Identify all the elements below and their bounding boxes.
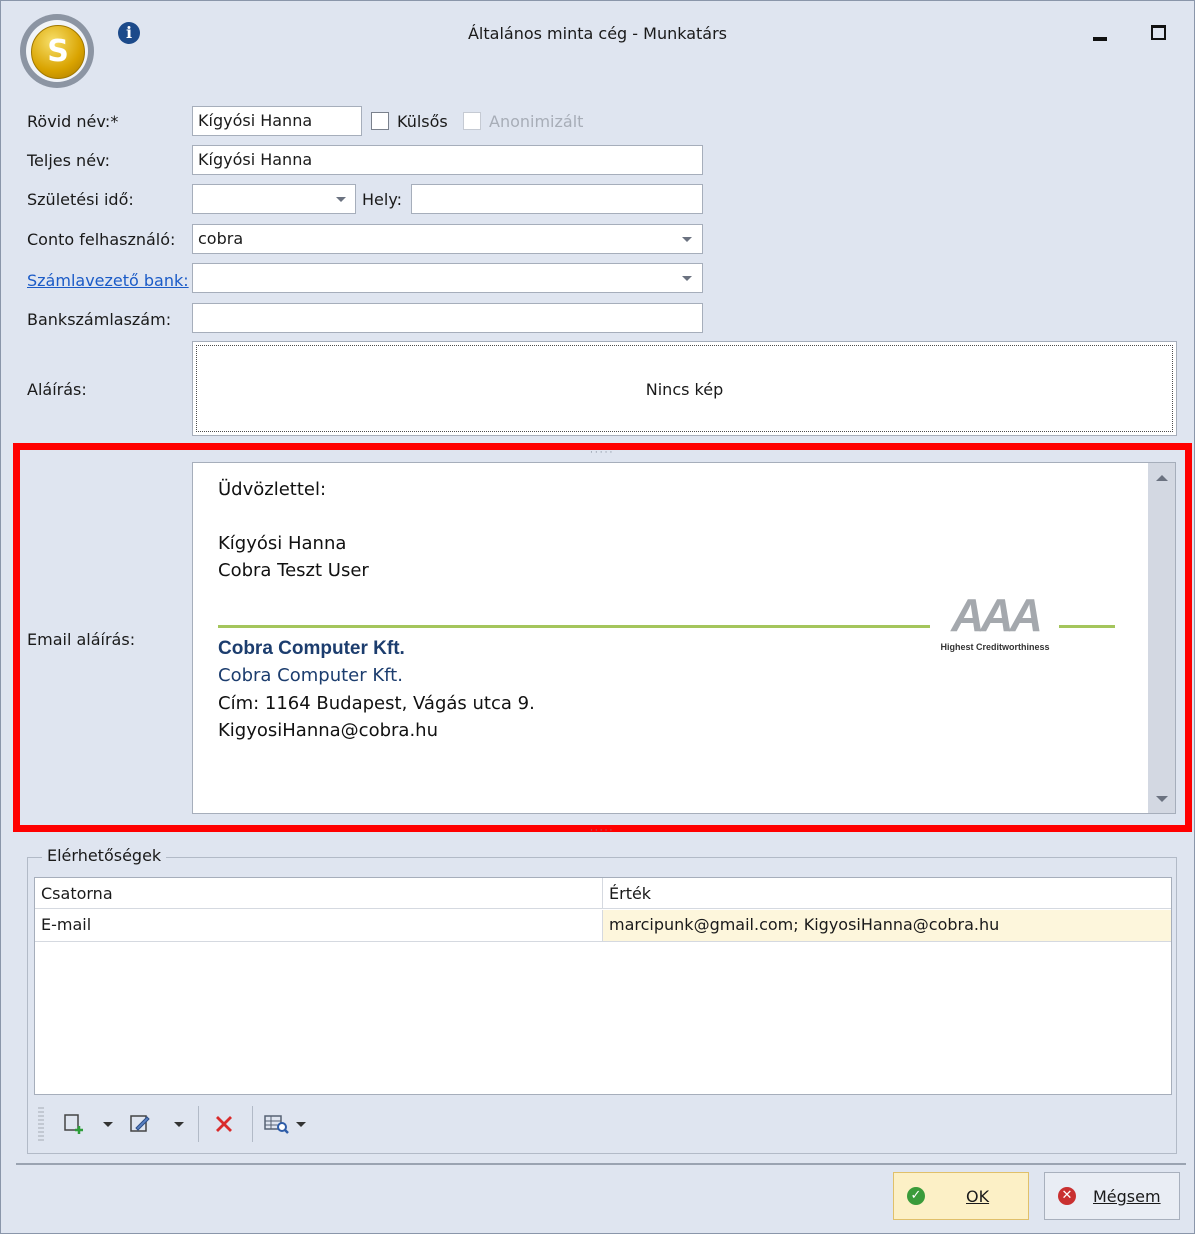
place-label: Hely: (362, 190, 403, 209)
sig-name: Kígyósi Hanna (218, 533, 347, 554)
bank-select[interactable] (192, 263, 703, 293)
birth-date-picker[interactable] (192, 184, 356, 214)
ok-label: OK (966, 1187, 990, 1206)
edit-row-icon[interactable] (128, 1112, 152, 1136)
email-signature-label: Email aláírás: (27, 630, 136, 649)
anonymized-label: Anonimizált (489, 112, 584, 131)
conto-user-label: Conto felhasználó: (27, 230, 176, 249)
sig-address: Cím: 1164 Budapest, Vágás utca 9. (218, 693, 535, 714)
full-name-label: Teljes név: (27, 151, 111, 170)
sig-rule-right (1059, 625, 1115, 628)
cancel-icon: ✕ (1058, 1187, 1076, 1205)
cancel-button[interactable]: ✕ Mégsem (1044, 1172, 1180, 1220)
aaa-badge-logo: AAA Highest Creditworthiness (940, 589, 1050, 652)
delete-icon[interactable] (212, 1112, 236, 1136)
bank-link[interactable]: Számlavezető bank: (27, 271, 189, 290)
vertical-scrollbar[interactable] (1148, 463, 1175, 813)
ok-button[interactable]: ✓ OK (893, 1172, 1029, 1220)
place-input[interactable] (411, 184, 703, 214)
account-number-input[interactable] (192, 303, 703, 333)
window-title: Általános minta cég - Munkatárs (467, 24, 727, 43)
scroll-up-icon[interactable] (1156, 475, 1168, 481)
table-cell-channel[interactable]: E-mail (35, 910, 603, 942)
grid-search-icon[interactable] (264, 1112, 294, 1136)
cancel-label: Mégsem (1093, 1187, 1161, 1206)
chevron-down-icon[interactable] (336, 197, 346, 202)
signature-label: Aláírás: (27, 380, 87, 399)
contacts-group-title: Elérhetőségek (42, 846, 167, 865)
toolbar-grip (38, 1107, 44, 1141)
signature-placeholder: Nincs kép (645, 380, 724, 399)
external-checkbox[interactable] (371, 112, 389, 130)
external-label: Külsős (397, 112, 448, 131)
sig-position: Cobra Teszt User (218, 560, 369, 581)
sig-rule-left (218, 625, 930, 628)
divider (16, 1163, 1186, 1165)
minimize-button[interactable] (1093, 37, 1107, 41)
column-header-value[interactable]: Érték (603, 878, 1171, 909)
new-row-icon[interactable] (62, 1112, 86, 1136)
sig-greeting: Üdvözlettel: (218, 479, 327, 500)
sig-company-bold: Cobra Computer Kft. (218, 638, 405, 659)
chevron-down-icon[interactable] (296, 1122, 306, 1127)
sig-email: KigyosiHanna@cobra.hu (218, 720, 438, 741)
short-name-input[interactable]: Kígyósi Hanna (192, 106, 362, 136)
sig-company: Cobra Computer Kft. (218, 665, 403, 686)
chevron-down-icon[interactable] (682, 276, 692, 281)
birth-date-label: Születési idő: (27, 190, 134, 209)
splitter-handle[interactable]: ····· (590, 826, 614, 836)
contacts-grid[interactable]: Csatorna Érték E-mail marcipunk@gmail.co… (34, 877, 1172, 1095)
chevron-down-icon[interactable] (682, 237, 692, 242)
full-name-input[interactable]: Kígyósi Hanna (192, 145, 703, 175)
signature-image-box[interactable]: Nincs kép (192, 341, 1177, 436)
anonymized-checkbox (463, 112, 481, 130)
scroll-down-icon[interactable] (1156, 796, 1168, 802)
email-signature-editor[interactable]: Üdvözlettel: Kígyósi Hanna Cobra Teszt U… (192, 462, 1176, 814)
account-number-label: Bankszámlaszám: (27, 310, 172, 329)
check-icon: ✓ (907, 1187, 925, 1205)
conto-user-select[interactable]: cobra (192, 224, 703, 254)
maximize-button[interactable] (1151, 25, 1166, 40)
chevron-down-icon[interactable] (103, 1122, 113, 1127)
table-cell-value[interactable]: marcipunk@gmail.com; KigyosiHanna@cobra.… (603, 910, 1171, 942)
chevron-down-icon[interactable] (174, 1122, 184, 1127)
column-header-channel[interactable]: Csatorna (35, 878, 603, 909)
short-name-label: Rövid név:* (27, 112, 119, 131)
